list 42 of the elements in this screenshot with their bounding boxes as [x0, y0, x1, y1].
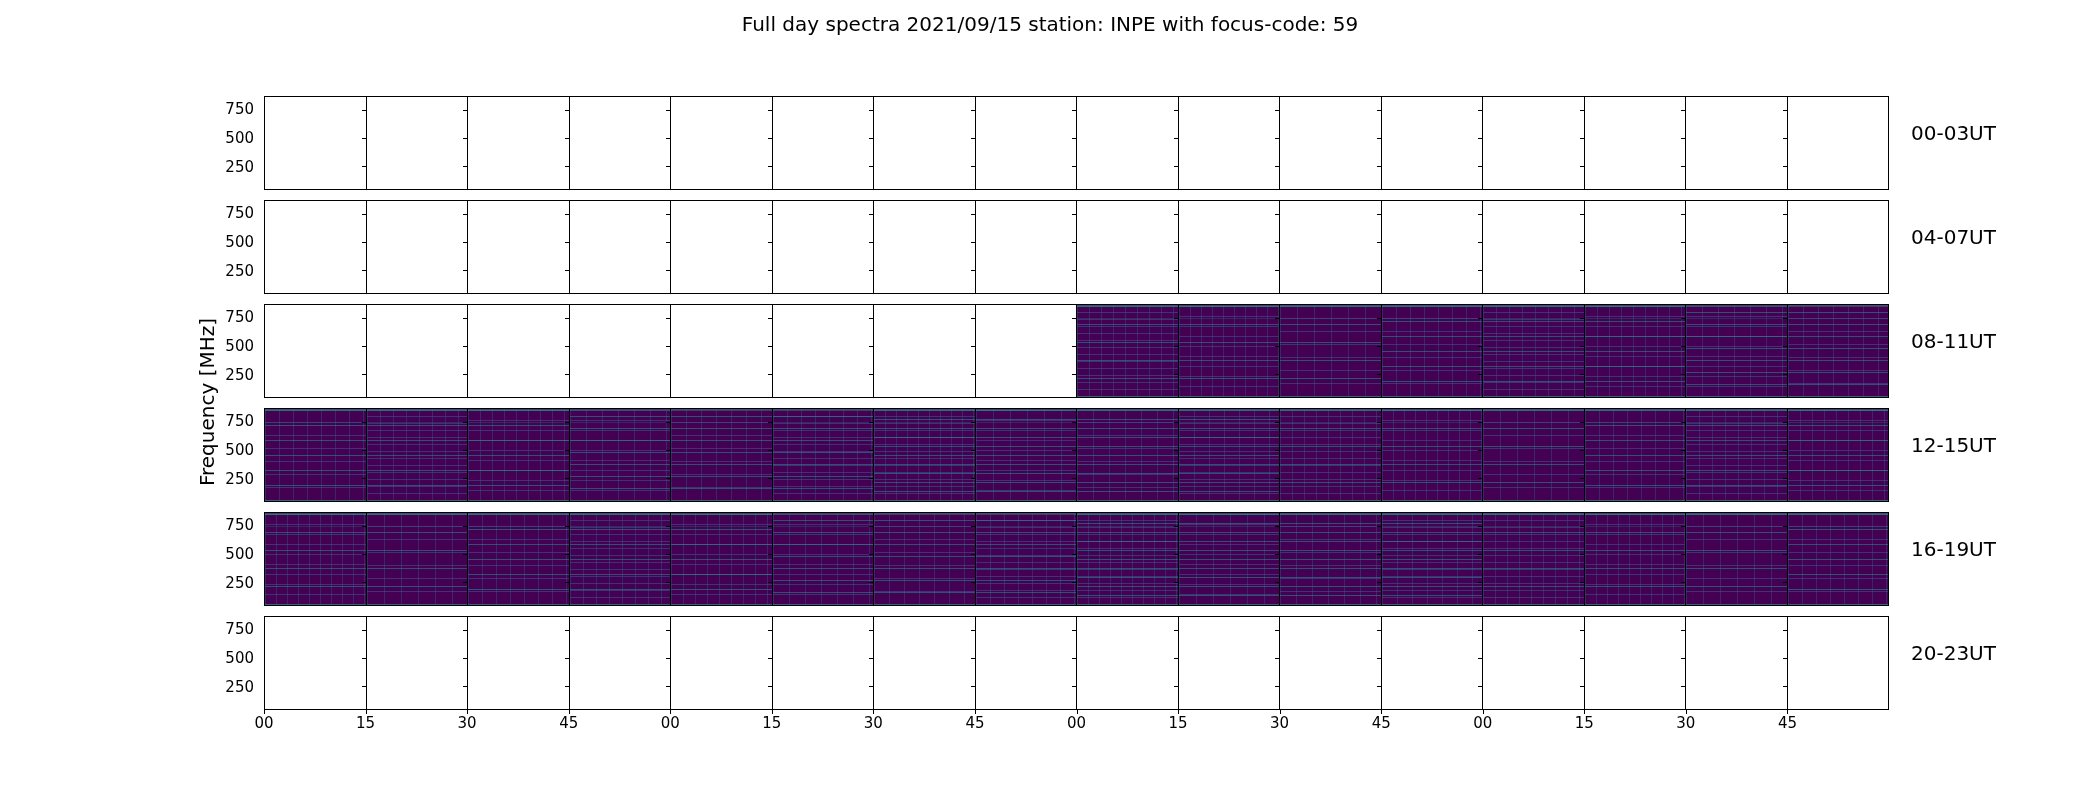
tick-label: 30: [1676, 714, 1696, 732]
tick-label: 750: [225, 308, 254, 326]
tick-label: 750: [225, 412, 254, 430]
figure-title: Full day spectra 2021/09/15 station: INPE with focus-code: 59: [741, 12, 1359, 36]
tick-label: 500: [225, 233, 254, 251]
tick-label: 15: [356, 714, 376, 732]
tick-label: 15: [1168, 714, 1188, 732]
tick-label: 500: [225, 649, 254, 667]
tick-label: 30: [1270, 714, 1290, 732]
tick-label: 45: [1777, 714, 1797, 732]
axis-label: Frequency [MHz]: [195, 317, 219, 487]
row-label: 00-03UT: [1910, 121, 1996, 145]
tick-label: 00: [1473, 714, 1493, 732]
tick-label: 00: [254, 714, 274, 732]
tick-label: 30: [863, 714, 883, 732]
tick-label: 750: [225, 516, 254, 534]
tick-label: 500: [225, 441, 254, 459]
tick-label: 15: [762, 714, 782, 732]
tick-label: 500: [225, 337, 254, 355]
row-label: 08-11UT: [1910, 329, 1996, 353]
tick-label: 250: [225, 158, 254, 175]
tick-label: 500: [225, 129, 254, 147]
tick-label: 00: [660, 714, 680, 732]
row-label: 04-07UT: [1910, 225, 1996, 249]
row-label: 20-23UT: [1910, 641, 1996, 665]
tick-label: 15: [1574, 714, 1594, 732]
tick-label: 750: [225, 620, 254, 638]
tick-label: 500: [225, 545, 254, 563]
tick-label: 250: [225, 678, 254, 695]
tick-label: 250: [225, 366, 254, 383]
row-label: 12-15UT: [1910, 433, 1996, 457]
tick-label: 30: [457, 714, 477, 732]
tick-label: 250: [225, 262, 254, 279]
tick-label: 250: [225, 574, 254, 591]
tick-label: 750: [225, 204, 254, 222]
tick-label: 45: [1371, 714, 1391, 732]
row-label: 16-19UT: [1910, 537, 1996, 561]
tick-label: 00: [1066, 714, 1087, 732]
tick-label: 45: [559, 714, 579, 732]
tick-label: 250: [225, 470, 254, 487]
tick-label: 45: [965, 714, 985, 732]
tick-label: 750: [225, 100, 254, 118]
